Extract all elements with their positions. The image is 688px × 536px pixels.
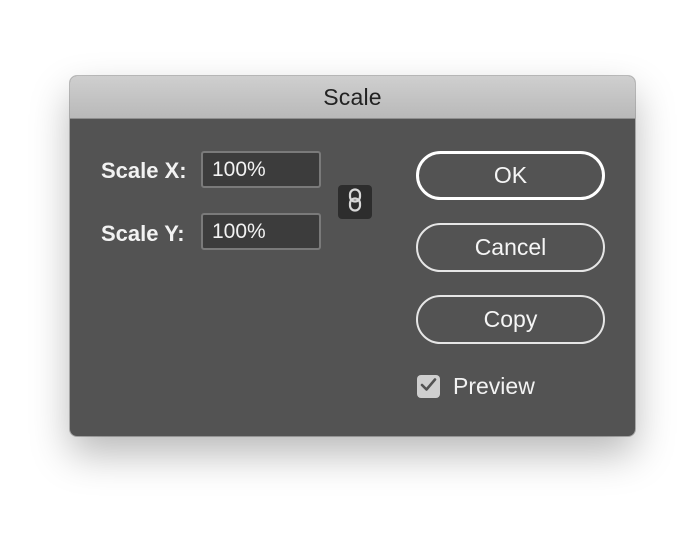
checkmark-icon (420, 377, 437, 397)
scale-x-label: Scale X: (101, 158, 187, 183)
constrain-proportions-button[interactable] (338, 185, 372, 219)
dialog-titlebar[interactable]: Scale (70, 76, 635, 119)
link-icon (348, 187, 362, 217)
copy-button[interactable]: Copy (416, 295, 605, 344)
scale-y-input[interactable] (201, 213, 321, 250)
scale-y-label: Scale Y: (101, 221, 185, 246)
preview-option[interactable]: Preview (417, 373, 535, 400)
dialog-title: Scale (323, 83, 382, 110)
scale-dialog: Scale Scale X: Scale Y: OK Cancel Copy P… (70, 76, 635, 436)
ok-button[interactable]: OK (416, 151, 605, 200)
scale-x-input[interactable] (201, 151, 321, 188)
cancel-button[interactable]: Cancel (416, 223, 605, 272)
preview-checkbox[interactable] (417, 375, 440, 398)
preview-label: Preview (453, 373, 535, 399)
